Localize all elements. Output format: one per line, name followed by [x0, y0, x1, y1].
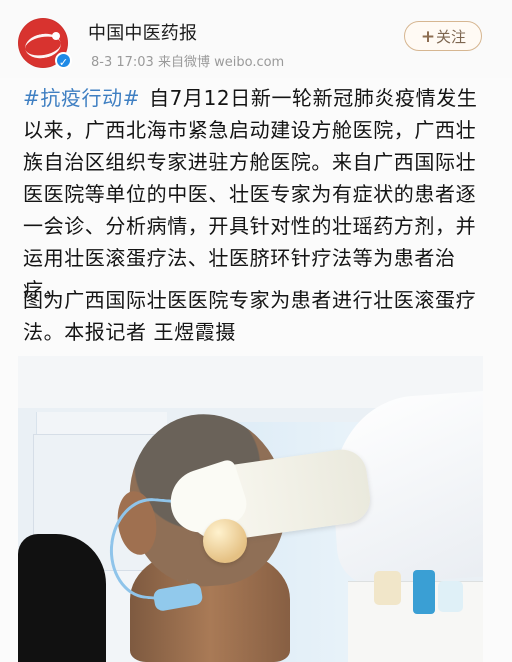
- photo-can: [413, 570, 435, 614]
- post-photo[interactable]: [18, 356, 483, 662]
- verified-icon: ✓: [55, 52, 72, 69]
- post-body: #抗疫行动# 自7月12日新一轮新冠肺炎疫情发生以来，广西北海市紧急启动建设方舱…: [23, 82, 493, 306]
- follow-label: 关注: [435, 28, 466, 46]
- weibo-post-screen: ✓ 中国中医药报 8-3 17:03 来自微博 weibo.com +关注 #抗…: [0, 0, 512, 662]
- account-name[interactable]: 中国中医药报: [88, 19, 197, 45]
- plus-icon: +: [420, 27, 436, 47]
- image-caption: 图为广西国际壮医医院专家为患者进行壮医滚蛋疗法。本报记者 王煜霞摄: [23, 288, 477, 344]
- post-body-text: 自7月12日新一轮新冠肺炎疫情发生以来，广西北海市紧急启动建设方舱医院，广西壮族…: [23, 86, 478, 302]
- photo-cup: [374, 571, 401, 605]
- post-meta: 8-3 17:03 来自微博 weibo.com: [91, 55, 285, 70]
- logo-dot: [52, 32, 60, 40]
- photo-jar: [438, 581, 463, 612]
- photo-jacket: [18, 534, 106, 662]
- post-header: ✓ 中国中医药报 8-3 17:03 来自微博 weibo.com +关注: [0, 0, 512, 78]
- follow-button[interactable]: +关注: [404, 21, 482, 51]
- hashtag-link[interactable]: #抗疫行动#: [23, 86, 140, 110]
- photo-egg: [203, 519, 247, 563]
